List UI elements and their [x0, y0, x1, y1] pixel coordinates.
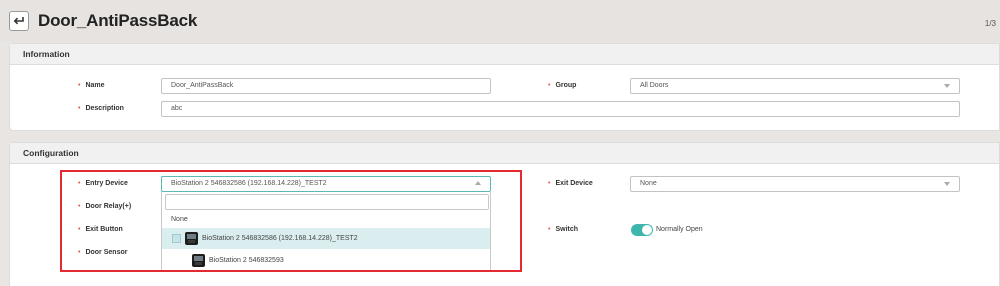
- exit-device-value: None: [640, 180, 657, 187]
- exit-device-select[interactable]: None: [630, 176, 960, 192]
- configuration-section-title: Configuration: [10, 143, 999, 164]
- description-label: • Description: [78, 105, 124, 112]
- device-icon: [192, 254, 205, 267]
- group-select-value: All Doors: [640, 82, 669, 89]
- description-field[interactable]: abc: [161, 101, 960, 117]
- return-arrow-icon: [13, 17, 24, 25]
- option-label: BioStation 2 546832586 (192.168.14.228)_…: [202, 235, 358, 242]
- dropdown-search-input[interactable]: [165, 194, 489, 210]
- entry-device-dropdown: None BioStation 2 546832586 (192.168.14.…: [161, 192, 491, 272]
- page-counter: 1/3: [984, 19, 996, 28]
- chevron-up-icon: [475, 181, 481, 185]
- door-sensor-label: • Door Sensor: [78, 249, 128, 256]
- dropdown-option-device-group[interactable]: BioStation 2 546832586 (192.168.14.228)_…: [162, 228, 490, 249]
- name-label: • Name: [78, 82, 105, 89]
- dropdown-option-device[interactable]: BioStation 2 546832593: [162, 251, 490, 271]
- configuration-panel: Configuration: [9, 142, 1000, 286]
- exit-button-label: • Exit Button: [78, 226, 123, 233]
- page-title: Door_AntiPassBack: [38, 11, 198, 30]
- switch-label: • Switch: [548, 226, 579, 233]
- back-button[interactable]: [9, 11, 29, 31]
- page-header: Door_AntiPassBack 1/3: [0, 0, 1000, 42]
- device-icon: [185, 232, 198, 245]
- dropdown-option-none[interactable]: None: [162, 214, 490, 226]
- name-field[interactable]: Door_AntiPassBack: [161, 78, 491, 94]
- entry-device-select[interactable]: BioStation 2 546832586 (192.168.14.228)_…: [161, 176, 491, 192]
- entry-device-value: BioStation 2 546832586 (192.168.14.228)_…: [171, 180, 327, 187]
- normally-open-toggle[interactable]: [631, 224, 653, 236]
- group-select[interactable]: All Doors: [630, 78, 960, 94]
- checkbox-icon: [172, 234, 181, 243]
- chevron-down-icon: [944, 182, 950, 186]
- group-label: • Group: [548, 82, 577, 89]
- entry-device-label: • Entry Device: [78, 180, 128, 187]
- door-relay-label: • Door Relay(+): [78, 203, 132, 210]
- switch-state-text: Normally Open: [656, 226, 703, 233]
- chevron-down-icon: [944, 84, 950, 88]
- information-section-title: Information: [10, 44, 999, 65]
- toggle-knob: [642, 225, 652, 235]
- option-label: BioStation 2 546832593: [209, 257, 284, 264]
- exit-device-label: • Exit Device: [548, 180, 593, 187]
